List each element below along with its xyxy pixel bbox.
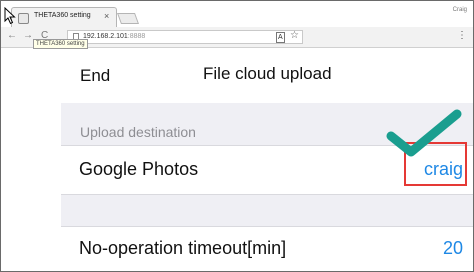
tab-tooltip: THETA360 setting	[33, 39, 88, 49]
browser-menu-icon[interactable]: ⋮	[457, 30, 467, 42]
url-host: 192.168.2.101	[83, 33, 128, 40]
forward-arrow-icon[interactable]: →	[23, 30, 33, 42]
new-tab-button[interactable]	[116, 13, 140, 24]
settings-page: End File cloud upload Upload destination…	[61, 48, 473, 271]
browser-window: THETA360 setting × Craig ← → C 192.168.2…	[0, 0, 474, 272]
end-button[interactable]: End	[80, 66, 110, 86]
tab-close-icon[interactable]: ×	[104, 11, 109, 21]
bookmark-star-icon[interactable]: ☆	[290, 30, 299, 41]
tab-theta360-setting[interactable]: THETA360 setting ×	[11, 7, 117, 27]
page-favicon-icon	[18, 13, 29, 24]
translate-icon[interactable]: A	[276, 32, 285, 43]
address-bar[interactable]: 192.168.2.101:8888 A ☆	[67, 30, 303, 44]
page-title: File cloud upload	[203, 64, 332, 83]
page-header: End File cloud upload	[61, 48, 473, 103]
timeout-value[interactable]: 20	[443, 238, 463, 259]
url-port: :8888	[127, 33, 146, 40]
mouse-cursor-icon	[4, 7, 16, 25]
upload-destination-section-label: Upload destination	[80, 124, 196, 140]
destination-service-label: Google Photos	[79, 159, 199, 179]
tab-title: THETA360 setting	[34, 12, 91, 19]
tab-strip: THETA360 setting × Craig	[1, 1, 473, 27]
url-text: 192.168.2.101:8888	[83, 33, 145, 40]
profile-name[interactable]: Craig	[453, 7, 467, 13]
checkmark-annotation-icon	[386, 109, 462, 157]
timeout-row[interactable]: No-operation timeout[min] 20	[61, 226, 473, 271]
back-arrow-icon[interactable]: ←	[7, 30, 17, 42]
timeout-label: No-operation timeout[min]	[79, 238, 287, 258]
